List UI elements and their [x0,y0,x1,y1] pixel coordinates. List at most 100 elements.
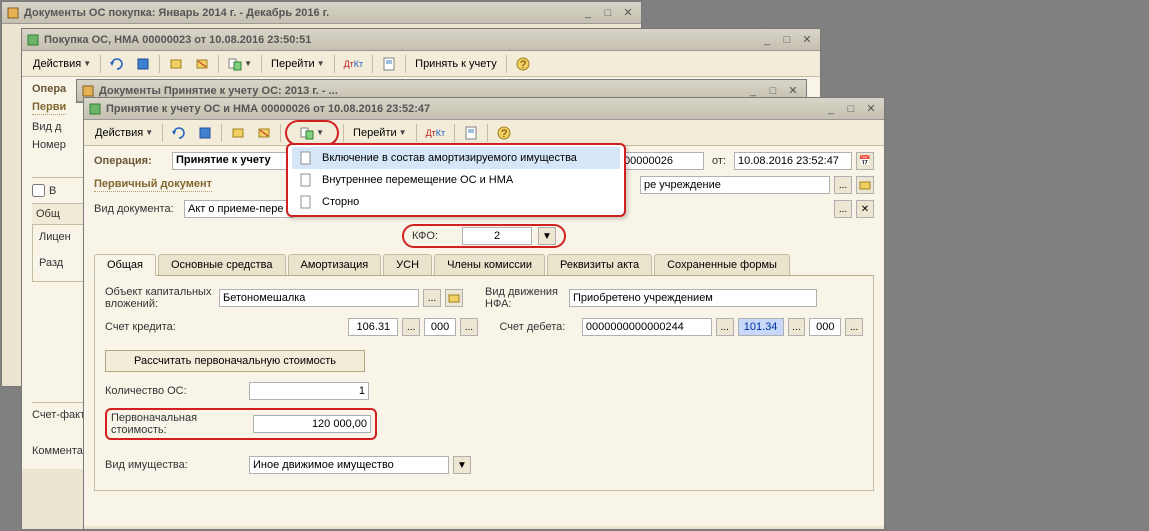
debit-sub[interactable] [809,318,841,336]
calendar-icon[interactable]: 📅 [856,152,874,170]
accept-button[interactable]: Принять к учету [410,54,502,74]
close-button[interactable]: ✕ [798,32,816,48]
document-icon [296,171,316,189]
input-based-icon[interactable]: ▼ [223,54,257,74]
operation-value[interactable]: Принятие к учету [172,152,288,170]
capital-field[interactable] [219,289,419,307]
property-field[interactable] [249,456,449,474]
svg-text:?: ? [520,59,526,71]
refresh-icon[interactable] [167,123,191,143]
goto-button[interactable]: Перейти▼ [266,54,330,74]
window-accept-form: Принятие к учету ОС и НМА 00000026 от 10… [83,97,885,530]
document-icon [6,6,20,20]
tab-usn[interactable]: УСН [383,254,432,275]
unpost-icon[interactable] [190,54,214,74]
save-icon[interactable] [131,54,155,74]
dtkt-icon[interactable]: ДтКт [421,123,451,143]
close-button[interactable]: ✕ [862,101,880,117]
maximize-button[interactable]: □ [778,32,796,48]
tab-fixed-assets[interactable]: Основные средства [158,254,286,275]
date-field[interactable] [734,152,852,170]
actions-button[interactable]: Действия▼ [90,123,158,143]
dropdown-button[interactable]: ▼ [538,227,556,245]
report-icon[interactable] [459,123,483,143]
open-button[interactable] [445,289,463,307]
debit-kbk[interactable] [582,318,712,336]
number-field[interactable] [620,152,704,170]
tab-act-details[interactable]: Реквизиты акта [547,254,652,275]
credit-sub[interactable] [424,318,456,336]
window-title: Покупка ОС, НМА 00000023 от 10.08.2016 2… [44,34,758,46]
credit-label: Счет кредита: [105,321,213,333]
input-based-icon[interactable]: ▼ [295,123,329,143]
actions-button[interactable]: Действия▼ [28,54,96,74]
number-label: Номер [32,139,66,151]
kfo-label: КФО: [412,230,456,242]
select-button[interactable]: ... [402,318,420,336]
unpost-icon[interactable] [252,123,276,143]
menu-item-amortization[interactable]: Включение в состав амортизируемого имуще… [292,147,620,169]
institution-field[interactable] [640,176,830,194]
minimize-button[interactable]: _ [579,5,597,21]
titlebar: Принятие к учету ОС и НМА 00000026 от 10… [84,98,884,120]
recalc-button[interactable]: Рассчитать первоначальную стоимость [105,350,365,372]
titlebar: Документы ОС покупка: Январь 2014 г. - Д… [2,2,641,24]
qty-field[interactable] [249,382,369,400]
maximize-button[interactable]: □ [842,101,860,117]
kfo-field[interactable] [462,227,532,245]
tab-amortization[interactable]: Амортизация [288,254,382,275]
select-button[interactable]: ... [716,318,734,336]
save-icon[interactable] [193,123,217,143]
help-icon[interactable]: ? [511,54,535,74]
titlebar: Покупка ОС, НМА 00000023 от 10.08.2016 2… [22,29,820,51]
open-button[interactable] [856,176,874,194]
select-button[interactable]: ... [834,200,852,218]
tab-saved-forms[interactable]: Сохраненные формы [654,254,790,275]
select-button[interactable]: ... [845,318,863,336]
window-title: Документы ОС покупка: Январь 2014 г. - Д… [24,7,579,19]
primary-doc-label: Первичный документ [94,178,212,192]
post-icon[interactable] [226,123,250,143]
dropdown-button[interactable]: ▼ [453,456,471,474]
tab-commission[interactable]: Члены комиссии [434,254,545,275]
checkbox-v[interactable] [32,184,45,197]
dtkt-icon[interactable]: ДтКт [339,54,369,74]
document-icon [81,84,95,98]
document-icon [26,33,40,47]
document-icon [296,149,316,167]
section-label: Разд [39,257,63,269]
window-title: Принятие к учету ОС и НМА 00000026 от 10… [106,103,822,115]
svg-text:?: ? [501,128,507,140]
doc-type-field[interactable] [184,200,294,218]
select-button[interactable]: ... [460,318,478,336]
tab-general[interactable]: Общая [94,254,156,276]
report-icon[interactable] [377,54,401,74]
tabs: Общая Основные средства Амортизация УСН … [94,254,874,276]
general-tab-trunc: Общ [36,208,60,220]
post-icon[interactable] [164,54,188,74]
maximize-button[interactable]: □ [599,5,617,21]
tab-content-general: Объект капитальных вложений: ... Вид дви… [94,276,874,491]
movement-field[interactable] [569,289,817,307]
input-based-dropdown: Включение в состав амортизируемого имуще… [286,143,626,217]
document-icon [296,193,316,211]
select-button[interactable]: ... [423,289,441,307]
minimize-button[interactable]: _ [822,101,840,117]
capital-label: Объект капитальных вложений: [105,286,215,310]
debit-account[interactable] [738,318,784,336]
cost-field[interactable] [253,415,371,433]
refresh-icon[interactable] [105,54,129,74]
operation-label-trunc: Опера [32,83,66,95]
close-button[interactable]: ✕ [619,5,637,21]
menu-item-internal-move[interactable]: Внутреннее перемещение ОС и НМА [292,169,620,191]
minimize-button[interactable]: _ [758,32,776,48]
credit-account[interactable] [348,318,398,336]
clear-button[interactable]: ✕ [856,200,874,218]
goto-button[interactable]: Перейти▼ [348,123,412,143]
license-label: Лицен [39,231,71,243]
help-icon[interactable]: ? [492,123,516,143]
select-button[interactable]: ... [834,176,852,194]
menu-item-storno[interactable]: Сторно [292,191,620,213]
toolbar: Действия▼ ▼ Перейти▼ ДтКт Принять к учет… [22,51,820,77]
select-button[interactable]: ... [788,318,806,336]
